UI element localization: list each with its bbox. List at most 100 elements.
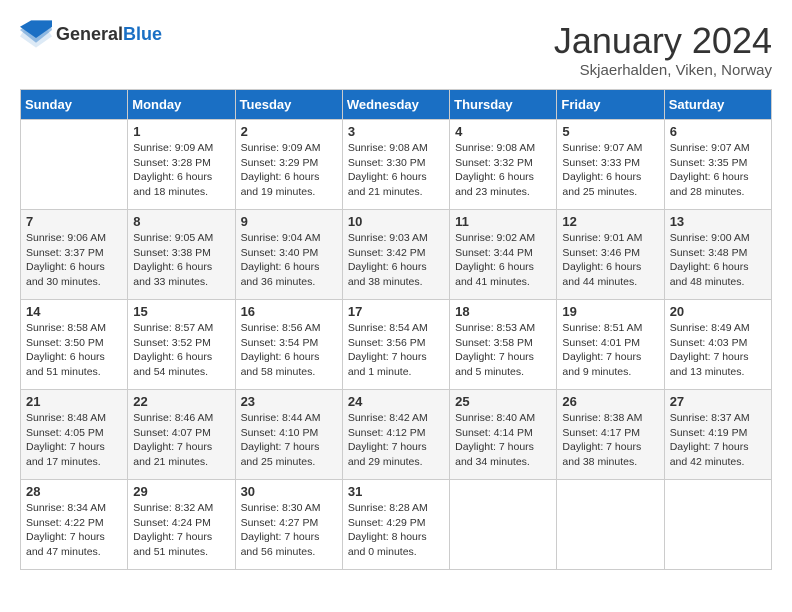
day-number: 6 [670, 124, 766, 139]
month-title: January 2024 [554, 20, 772, 62]
day-info: Sunrise: 9:08 AMSunset: 3:30 PMDaylight:… [348, 141, 444, 200]
day-number: 3 [348, 124, 444, 139]
calendar-cell: 25 Sunrise: 8:40 AMSunset: 4:14 PMDayligh… [450, 390, 557, 480]
calendar-cell: 2Sunrise: 9:09 AMSunset: 3:29 PMDaylight… [235, 120, 342, 210]
calendar-cell: 8 Sunrise: 9:05 AMSunset: 3:38 PMDaylight… [128, 210, 235, 300]
day-number: 20 [670, 304, 766, 319]
day-number: 10 [348, 214, 444, 229]
day-info: Sunrise: 8:44 AMSunset: 4:10 PMDaylight:… [241, 411, 337, 470]
logo-icon [20, 20, 52, 48]
day-number: 27 [670, 394, 766, 409]
day-number: 28 [26, 484, 122, 499]
calendar-cell [450, 480, 557, 570]
day-number: 16 [241, 304, 337, 319]
day-number: 14 [26, 304, 122, 319]
calendar-cell: 15Sunrise: 8:57 AMSunset: 3:52 PMDayligh… [128, 300, 235, 390]
week-row-1: 1Sunrise: 9:09 AMSunset: 3:28 PMDaylight… [21, 120, 772, 210]
calendar-cell: 5 Sunrise: 9:07 AMSunset: 3:33 PMDaylight… [557, 120, 664, 210]
day-info: Sunrise: 8:42 AMSunset: 4:12 PMDaylight:… [348, 411, 444, 470]
calendar-cell: 11Sunrise: 9:02 AMSunset: 3:44 PMDayligh… [450, 210, 557, 300]
calendar-cell: 26Sunrise: 8:38 AMSunset: 4:17 PMDayligh… [557, 390, 664, 480]
calendar-cell: 13Sunrise: 9:00 AMSunset: 3:48 PMDayligh… [664, 210, 771, 300]
day-info: Sunrise: 8:34 AMSunset: 4:22 PMDaylight:… [26, 501, 122, 560]
day-info: Sunrise: 8:30 AMSunset: 4:27 PMDaylight:… [241, 501, 337, 560]
calendar-cell: 28 Sunrise: 8:34 AMSunset: 4:22 PMDayligh… [21, 480, 128, 570]
calendar-cell: 21 Sunrise: 8:48 AMSunset: 4:05 PMDayligh… [21, 390, 128, 480]
logo-blue: Blue [123, 24, 162, 44]
calendar-cell: 3 Sunrise: 9:08 AMSunset: 3:30 PMDaylight… [342, 120, 449, 210]
day-number: 25 [455, 394, 551, 409]
day-info: Sunrise: 9:07 AMSunset: 3:33 PMDaylight:… [562, 141, 658, 200]
day-number: 30 [241, 484, 337, 499]
location-subtitle: Skjaerhalden, Viken, Norway [554, 62, 772, 79]
day-header-wednesday: Wednesday [342, 90, 449, 120]
calendar-cell: 7 Sunrise: 9:06 AMSunset: 3:37 PMDaylight… [21, 210, 128, 300]
day-number: 17 [348, 304, 444, 319]
day-info: Sunrise: 8:37 AMSunset: 4:19 PMDaylight:… [670, 411, 766, 470]
calendar-cell: 23 Sunrise: 8:44 AMSunset: 4:10 PMDayligh… [235, 390, 342, 480]
day-number: 1 [133, 124, 229, 139]
day-number: 8 [133, 214, 229, 229]
day-number: 11 [455, 214, 551, 229]
week-row-4: 21 Sunrise: 8:48 AMSunset: 4:05 PMDayligh… [21, 390, 772, 480]
day-info: Sunrise: 8:46 AMSunset: 4:07 PMDaylight:… [133, 411, 229, 470]
day-number: 19 [562, 304, 658, 319]
day-info: Sunrise: 8:53 AMSunset: 3:58 PMDaylight:… [455, 321, 551, 380]
calendar-cell: 30 Sunrise: 8:30 AMSunset: 4:27 PMDayligh… [235, 480, 342, 570]
calendar-cell: 29Sunrise: 8:32 AMSunset: 4:24 PMDayligh… [128, 480, 235, 570]
day-info: Sunrise: 8:56 AMSunset: 3:54 PMDaylight:… [241, 321, 337, 380]
day-number: 21 [26, 394, 122, 409]
calendar-cell: 18 Sunrise: 8:53 AMSunset: 3:58 PMDayligh… [450, 300, 557, 390]
day-number: 18 [455, 304, 551, 319]
day-info: Sunrise: 9:06 AMSunset: 3:37 PMDaylight:… [26, 231, 122, 290]
calendar-cell: 9 Sunrise: 9:04 AMSunset: 3:40 PMDaylight… [235, 210, 342, 300]
logo-general: General [56, 24, 123, 44]
day-info: Sunrise: 9:05 AMSunset: 3:38 PMDaylight:… [133, 231, 229, 290]
day-info: Sunrise: 8:48 AMSunset: 4:05 PMDaylight:… [26, 411, 122, 470]
calendar-cell [664, 480, 771, 570]
calendar-cell: 14Sunrise: 8:58 AMSunset: 3:50 PMDayligh… [21, 300, 128, 390]
day-number: 12 [562, 214, 658, 229]
week-row-2: 7 Sunrise: 9:06 AMSunset: 3:37 PMDaylight… [21, 210, 772, 300]
day-number: 9 [241, 214, 337, 229]
calendar-cell: 10 Sunrise: 9:03 AMSunset: 3:42 PMDayligh… [342, 210, 449, 300]
week-row-5: 28 Sunrise: 8:34 AMSunset: 4:22 PMDayligh… [21, 480, 772, 570]
day-number: 31 [348, 484, 444, 499]
day-info: Sunrise: 9:01 AMSunset: 3:46 PMDaylight:… [562, 231, 658, 290]
day-info: Sunrise: 9:07 AMSunset: 3:35 PMDaylight:… [670, 141, 766, 200]
day-number: 22 [133, 394, 229, 409]
calendar-cell: 31 Sunrise: 8:28 AMSunset: 4:29 PMDayligh… [342, 480, 449, 570]
calendar-cell: 22 Sunrise: 8:46 AMSunset: 4:07 PMDayligh… [128, 390, 235, 480]
calendar-cell: 17 Sunrise: 8:54 AMSunset: 3:56 PMDayligh… [342, 300, 449, 390]
day-info: Sunrise: 8:51 AMSunset: 4:01 PMDaylight:… [562, 321, 658, 380]
calendar-cell: 16 Sunrise: 8:56 AMSunset: 3:54 PMDayligh… [235, 300, 342, 390]
logo-text: GeneralBlue [56, 24, 162, 45]
day-info: Sunrise: 9:09 AMSunset: 3:29 PMDaylight:… [241, 141, 337, 200]
day-info: Sunrise: 9:08 AMSunset: 3:32 PMDaylight:… [455, 141, 551, 200]
day-number: 15 [133, 304, 229, 319]
day-header-friday: Friday [557, 90, 664, 120]
calendar-cell [557, 480, 664, 570]
calendar-cell: 4 Sunrise: 9:08 AMSunset: 3:32 PMDaylight… [450, 120, 557, 210]
day-info: Sunrise: 9:04 AMSunset: 3:40 PMDaylight:… [241, 231, 337, 290]
day-info: Sunrise: 8:40 AMSunset: 4:14 PMDaylight:… [455, 411, 551, 470]
day-info: Sunrise: 8:54 AMSunset: 3:56 PMDaylight:… [348, 321, 444, 380]
day-header-tuesday: Tuesday [235, 90, 342, 120]
week-row-3: 14Sunrise: 8:58 AMSunset: 3:50 PMDayligh… [21, 300, 772, 390]
day-info: Sunrise: 9:03 AMSunset: 3:42 PMDaylight:… [348, 231, 444, 290]
calendar-cell: 19 Sunrise: 8:51 AMSunset: 4:01 PMDayligh… [557, 300, 664, 390]
day-header-thursday: Thursday [450, 90, 557, 120]
calendar-cell: 24Sunrise: 8:42 AMSunset: 4:12 PMDayligh… [342, 390, 449, 480]
day-number: 7 [26, 214, 122, 229]
day-number: 13 [670, 214, 766, 229]
calendar-cell: 12 Sunrise: 9:01 AMSunset: 3:46 PMDayligh… [557, 210, 664, 300]
day-info: Sunrise: 8:28 AMSunset: 4:29 PMDaylight:… [348, 501, 444, 560]
logo: GeneralBlue [20, 20, 162, 48]
day-info: Sunrise: 8:32 AMSunset: 4:24 PMDaylight:… [133, 501, 229, 560]
day-number: 4 [455, 124, 551, 139]
day-number: 23 [241, 394, 337, 409]
calendar-table: SundayMondayTuesdayWednesdayThursdayFrid… [20, 89, 772, 570]
day-number: 5 [562, 124, 658, 139]
header: GeneralBlue January 2024 Skjaerhalden, V… [20, 20, 772, 79]
calendar-cell [21, 120, 128, 210]
